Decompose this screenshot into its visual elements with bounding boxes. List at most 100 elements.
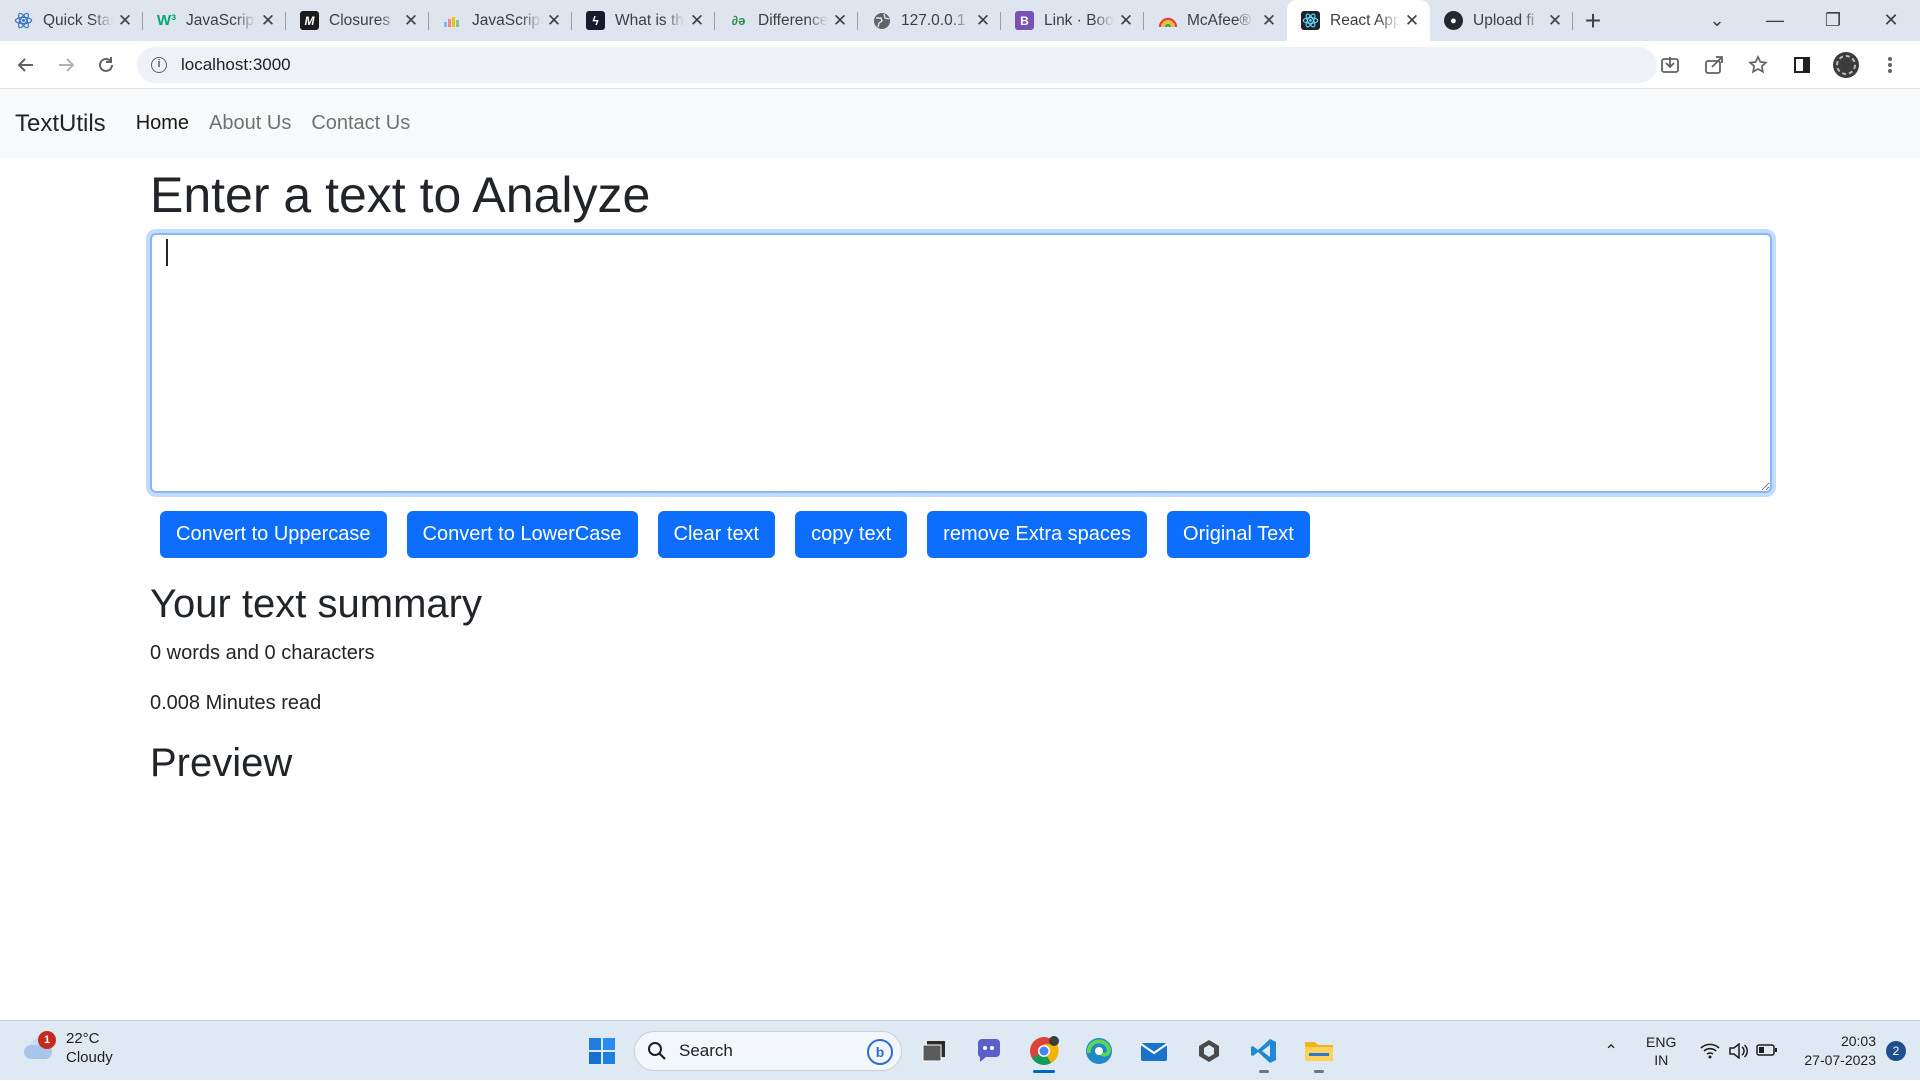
close-icon[interactable]: ✕ bbox=[1261, 11, 1277, 30]
share-icon[interactable] bbox=[1694, 45, 1734, 85]
bolt-icon: ϟ bbox=[586, 11, 605, 30]
main-container: Enter a text to Analyze Convert to Upper… bbox=[150, 158, 1772, 788]
tab-search-chevron-icon[interactable]: ⌄ bbox=[1688, 10, 1746, 31]
copy-text-button[interactable]: copy text bbox=[795, 511, 908, 558]
tab-upload[interactable]: ● Upload fi ✕ bbox=[1430, 0, 1573, 41]
tab-title: JavaScript bbox=[472, 11, 542, 29]
bing-icon[interactable]: b bbox=[867, 1039, 893, 1065]
search-icon bbox=[648, 1042, 666, 1060]
task-view-icon[interactable] bbox=[911, 1029, 957, 1073]
tab-what-is[interactable]: ϟ What is the ✕ bbox=[572, 0, 715, 41]
tab-title: What is the bbox=[615, 11, 685, 29]
show-hidden-icons-chevron-icon[interactable]: ⌃ bbox=[1596, 1041, 1626, 1061]
new-tab-button[interactable]: + bbox=[1573, 0, 1613, 41]
tab-title: Upload fi bbox=[1473, 11, 1535, 29]
weather-widget[interactable]: 1 22°C Cloudy bbox=[20, 1029, 113, 1067]
side-panel-icon[interactable] bbox=[1782, 45, 1822, 85]
tab-javascript-w3[interactable]: W³ JavaScript ✕ bbox=[143, 0, 286, 41]
geeksforgeeks-icon: ∂ə bbox=[731, 13, 746, 28]
window-controls: ⌄ — ❐ ✕ bbox=[1688, 0, 1920, 41]
remove-extra-spaces-button[interactable]: remove Extra spaces bbox=[927, 511, 1148, 558]
app-navbar: TextUtils Home About Us Contact Us bbox=[0, 89, 1920, 158]
w3schools-icon: W³ bbox=[156, 12, 177, 29]
nav-link-contact[interactable]: Contact Us bbox=[311, 112, 410, 135]
file-explorer-icon[interactable] bbox=[1296, 1029, 1342, 1073]
close-icon[interactable]: ✕ bbox=[1547, 11, 1563, 30]
close-icon[interactable]: ✕ bbox=[546, 11, 562, 30]
original-text-button[interactable]: Original Text bbox=[1167, 511, 1310, 558]
convert-lowercase-button[interactable]: Convert to LowerCase bbox=[406, 511, 638, 558]
weather-badge: 1 bbox=[38, 1031, 56, 1049]
convert-uppercase-button[interactable]: Convert to Uppercase bbox=[160, 511, 387, 558]
volume-icon bbox=[1729, 1043, 1749, 1059]
close-icon[interactable]: ✕ bbox=[403, 11, 419, 30]
clear-text-button[interactable]: Clear text bbox=[657, 511, 776, 558]
mail-icon[interactable] bbox=[1131, 1029, 1177, 1073]
close-icon[interactable]: ✕ bbox=[832, 11, 848, 30]
more-menu-icon[interactable] bbox=[1870, 45, 1910, 85]
mcafee-icon bbox=[1158, 11, 1177, 30]
language-indicator[interactable]: ENG IN bbox=[1646, 1033, 1676, 1069]
weather-condition: Cloudy bbox=[66, 1049, 113, 1066]
unity-icon[interactable] bbox=[1186, 1029, 1232, 1073]
windows-start-icon[interactable] bbox=[580, 1029, 624, 1073]
close-icon[interactable]: ✕ bbox=[1404, 11, 1420, 30]
text-input-area[interactable] bbox=[150, 233, 1772, 493]
install-app-icon[interactable] bbox=[1650, 45, 1690, 85]
forward-arrow-icon[interactable] bbox=[46, 45, 86, 85]
read-time: 0.008 Minutes read bbox=[150, 692, 322, 714]
tab-difference[interactable]: ∂ə Difference ✕ bbox=[715, 0, 858, 41]
nav-link-home[interactable]: Home bbox=[136, 112, 189, 135]
tab-title: React App bbox=[1330, 11, 1400, 29]
search-placeholder: Search bbox=[679, 1041, 733, 1060]
github-icon: ● bbox=[1444, 11, 1463, 30]
tab-mcafee[interactable]: McAfee® ✕ bbox=[1144, 0, 1287, 41]
bookmark-star-icon[interactable] bbox=[1738, 45, 1778, 85]
nav-link-about[interactable]: About Us bbox=[209, 112, 291, 135]
tab-quick-start[interactable]: Quick Start ✕ bbox=[0, 0, 143, 41]
teams-chat-icon[interactable] bbox=[966, 1029, 1012, 1073]
wifi-icon bbox=[1700, 1043, 1720, 1059]
edge-icon[interactable] bbox=[1076, 1029, 1122, 1073]
chart-favicon-icon bbox=[443, 11, 462, 30]
site-info-icon[interactable]: i bbox=[151, 57, 167, 73]
navbar-brand[interactable]: TextUtils bbox=[15, 110, 106, 138]
close-icon[interactable]: ✕ bbox=[1118, 11, 1134, 30]
close-icon[interactable]: ✕ bbox=[260, 11, 276, 30]
back-arrow-icon[interactable] bbox=[6, 45, 46, 85]
tab-closures[interactable]: M Closures ✕ bbox=[286, 0, 429, 41]
chrome-icon[interactable] bbox=[1021, 1029, 1067, 1073]
reload-icon[interactable] bbox=[86, 45, 126, 85]
tab-title: Difference bbox=[758, 11, 828, 29]
windows-taskbar: 1 22°C Cloudy Search b ⌃ ENG IN 20:03 27… bbox=[0, 1020, 1920, 1080]
close-icon[interactable]: ✕ bbox=[975, 11, 991, 30]
tab-react-app[interactable]: React App ✕ bbox=[1287, 0, 1430, 41]
react-icon bbox=[1301, 11, 1320, 30]
close-icon[interactable]: ✕ bbox=[689, 11, 705, 30]
summary-heading: Your text summary bbox=[150, 582, 482, 626]
tab-javascript-chart[interactable]: JavaScript ✕ bbox=[429, 0, 572, 41]
taskbar-center: Search b bbox=[580, 1029, 1342, 1073]
clock-time: 20:03 bbox=[1840, 1033, 1876, 1049]
quick-settings[interactable] bbox=[1700, 1043, 1778, 1059]
close-icon[interactable]: ✕ bbox=[117, 11, 133, 30]
globe-icon bbox=[872, 11, 891, 30]
action-button-row: Convert to Uppercase Convert to LowerCas… bbox=[150, 511, 1772, 558]
mdn-icon: M bbox=[300, 11, 319, 30]
tab-title: Quick Start bbox=[43, 11, 113, 29]
close-window-icon[interactable]: ✕ bbox=[1862, 10, 1920, 31]
minimize-icon[interactable]: — bbox=[1746, 10, 1804, 31]
tab-title: Link · Boo bbox=[1044, 11, 1114, 29]
restore-icon[interactable]: ❐ bbox=[1804, 10, 1862, 31]
tab-title: JavaScript bbox=[186, 11, 256, 29]
taskbar-search[interactable]: Search b bbox=[634, 1031, 902, 1071]
system-clock[interactable]: 20:03 27-07-2023 bbox=[1804, 1032, 1876, 1070]
vscode-icon[interactable] bbox=[1241, 1029, 1287, 1073]
react-icon bbox=[14, 11, 33, 30]
profile-avatar[interactable] bbox=[1826, 45, 1866, 85]
notification-badge[interactable]: 2 bbox=[1886, 1041, 1906, 1061]
address-bar[interactable]: i localhost:3000 bbox=[137, 47, 1657, 83]
tab-localhost-ip[interactable]: 127.0.0.1 ✕ bbox=[858, 0, 1001, 41]
tab-bootstrap-link[interactable]: B Link · Boo ✕ bbox=[1001, 0, 1144, 41]
bootstrap-icon: B bbox=[1015, 11, 1034, 30]
